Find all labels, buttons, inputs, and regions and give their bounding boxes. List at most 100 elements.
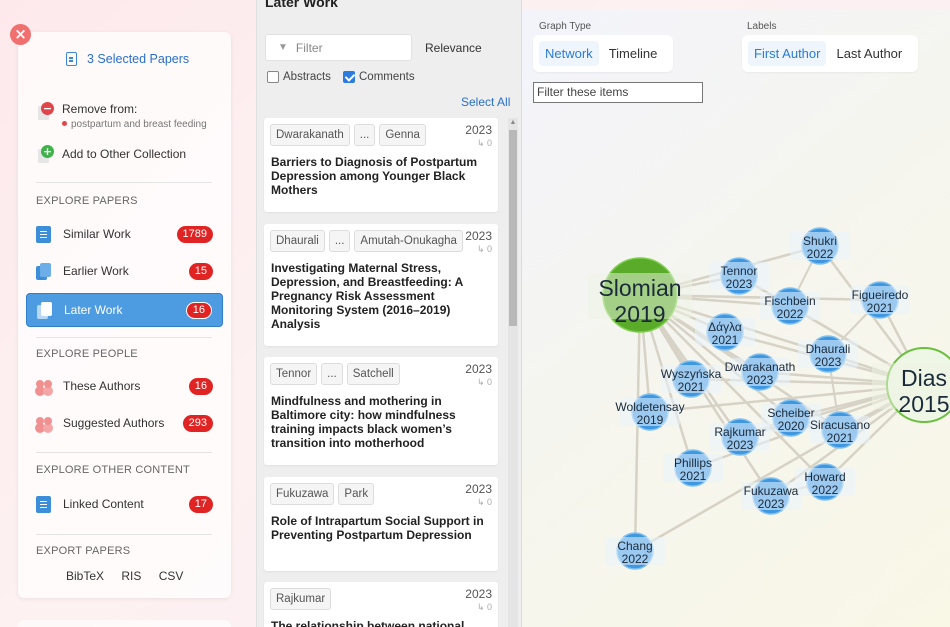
sort-dropdown[interactable]: Relevance: [425, 41, 482, 55]
count-badge: 16: [185, 301, 212, 319]
graph-node[interactable]: Phillips2021: [663, 449, 723, 487]
author-chip[interactable]: Tennor: [270, 363, 318, 385]
sidebar-item-label: These Authors: [63, 379, 141, 393]
remove-from-collection[interactable]: − Remove from: postpartum and breast fee…: [38, 102, 207, 130]
author-chip[interactable]: Satchell: [346, 363, 400, 385]
paper-card[interactable]: Tennor ... Satchell 2023 ↳ 0 Mindfulness…: [264, 357, 498, 465]
graph-node[interactable]: Chang2022: [605, 532, 665, 570]
sidebar-item-later-work[interactable]: Later Work 16: [26, 293, 223, 327]
graph-node[interactable]: Rajkumar2023: [710, 418, 770, 456]
export-links: BibTeX RIS CSV: [66, 569, 197, 583]
paper-card[interactable]: Rajkumar 2023 ↳ 0 The relationship betwe…: [264, 582, 498, 627]
author-chip[interactable]: Genna: [379, 124, 426, 146]
author-chip[interactable]: Amutah-Onukagha: [354, 230, 463, 252]
author-chip[interactable]: ...: [353, 124, 376, 146]
divider: [36, 182, 212, 183]
collection-name: postpartum and breast feeding: [62, 119, 207, 130]
paper-year: 2023: [465, 123, 492, 137]
explore-papers-title: EXPLORE PAPERS: [36, 195, 138, 207]
node-year-label: 2022: [622, 552, 649, 566]
author-chips: Tennor ... Satchell: [270, 363, 404, 385]
node-year-label: 2021: [712, 333, 739, 347]
graph-node[interactable]: Siracusano2021: [810, 411, 870, 449]
node-year-label: 2021: [827, 431, 854, 445]
graph-node[interactable]: Howard2022: [795, 463, 855, 501]
graph-origin-node[interactable]: Dias2015: [872, 347, 950, 423]
author-chip[interactable]: Park: [338, 483, 375, 505]
graph-node[interactable]: Figueiredo2021: [850, 281, 910, 319]
author-chip[interactable]: ...: [321, 363, 343, 385]
author-chip[interactable]: Fukuzawa: [270, 483, 335, 505]
filter-input[interactable]: ▼ Filter: [265, 34, 412, 61]
graph-node[interactable]: Fischbein2022: [760, 287, 820, 325]
author-chip[interactable]: Dwarakanath: [270, 124, 350, 146]
node-year-label: 2022: [807, 247, 834, 261]
paper-year: 2023: [465, 482, 492, 496]
abstracts-checkbox[interactable]: Abstracts: [267, 71, 331, 83]
people-icon: [36, 378, 52, 395]
scroll-thumb[interactable]: [509, 130, 517, 326]
people-icon: [36, 415, 52, 432]
remove-icon: −: [38, 102, 54, 120]
citation-count: ↳ 0: [476, 602, 492, 612]
sidebar-item-label: Linked Content: [63, 497, 144, 511]
select-all-link[interactable]: Select All: [461, 95, 510, 109]
node-year-label: 2020: [778, 419, 805, 433]
paper-title: Mindfulness and mothering in Baltimore c…: [271, 394, 456, 450]
paper-year: 2023: [465, 229, 492, 243]
export-csv-link[interactable]: CSV: [159, 569, 184, 583]
selected-papers[interactable]: 3 Selected Papers: [66, 52, 189, 66]
list-title: Later Work: [265, 0, 338, 10]
sidebar-item-these-authors[interactable]: These Authors 16: [26, 369, 223, 403]
graph-node[interactable]: Dhaurali2023: [798, 335, 858, 373]
comments-label: Comments: [359, 71, 415, 83]
node-author-label: Slomian: [598, 275, 681, 301]
sidebar-item-label: Earlier Work: [63, 264, 129, 278]
sidebar-item-similar-work[interactable]: Similar Work 1789: [26, 217, 223, 251]
node-year-label: 2023: [815, 355, 842, 369]
export-bibtex-link[interactable]: BibTeX: [66, 569, 104, 583]
paper-card[interactable]: Dhaurali ... Amutah-Onukagha 2023 ↳ 0 In…: [264, 224, 498, 346]
graph-node[interactable]: Fukuzawa2023: [741, 477, 801, 515]
node-author-label: Scheiber: [767, 406, 814, 420]
graph-node[interactable]: Wyszyńska2021: [661, 360, 722, 398]
citation-count: ↳ 0: [476, 138, 492, 148]
list-scrollbar[interactable]: ▲: [508, 118, 518, 627]
graph-node[interactable]: Woldetensay2019: [615, 393, 685, 431]
paper-title: Barriers to Diagnosis of Postpartum Depr…: [271, 155, 478, 197]
network-graph[interactable]: Shukri2022 Tennor2023 Figueiredo2021 Fischb…: [522, 10, 950, 627]
author-chip[interactable]: Rajkumar: [270, 588, 332, 610]
scroll-up-icon[interactable]: ▲: [508, 118, 518, 128]
citation-count: ↳ 0: [476, 244, 492, 254]
graph-node[interactable]: Shukri2022: [790, 227, 850, 265]
node-author-label: Howard: [804, 470, 845, 484]
filter-placeholder: Filter: [295, 40, 323, 55]
author-chips: Rajkumar: [270, 588, 335, 610]
comments-checkbox[interactable]: Comments: [343, 71, 415, 83]
author-chips: Dhaurali ... Amutah-Onukagha: [270, 230, 467, 252]
node-year-label: 2023: [747, 373, 774, 387]
paper-title: Investigating Maternal Stress, Depressio…: [271, 261, 463, 331]
export-ris-link[interactable]: RIS: [121, 569, 141, 583]
author-chip[interactable]: ...: [328, 230, 351, 252]
sidebar: 3 Selected Papers − Remove from: postpar…: [18, 32, 231, 598]
sidebar-item-linked-content[interactable]: Linked Content 17: [26, 487, 223, 521]
node-author-label: Rajkumar: [714, 425, 765, 439]
sidebar-item-suggested-authors[interactable]: Suggested Authors 293: [26, 406, 223, 440]
add-to-other-collection[interactable]: + Add to Other Collection: [38, 145, 186, 163]
paper-card[interactable]: Dwarakanath ... Genna 2023 ↳ 0 Barriers …: [264, 118, 498, 212]
node-year-label: 2019: [637, 413, 664, 427]
close-icon[interactable]: ×: [10, 24, 31, 45]
citation-count: ↳ 0: [476, 377, 492, 387]
graph-node[interactable]: Δάγλα2021: [695, 313, 755, 351]
node-year-label: 2021: [680, 469, 707, 483]
author-chip[interactable]: Dhaurali: [270, 230, 325, 252]
node-year-label: 2021: [678, 380, 705, 394]
sidebar-item-earlier-work[interactable]: Earlier Work 15: [26, 254, 223, 288]
checkbox-checked-icon: [343, 71, 355, 83]
graph-node[interactable]: Tennor2023: [709, 257, 769, 295]
explore-people-title: EXPLORE PEOPLE: [36, 348, 138, 360]
graph-node[interactable]: Dwarakanath2023: [725, 353, 796, 391]
node-author-label: Chang: [617, 539, 652, 553]
paper-card[interactable]: Fukuzawa Park 2023 ↳ 0 Role of Intrapart…: [264, 477, 498, 571]
